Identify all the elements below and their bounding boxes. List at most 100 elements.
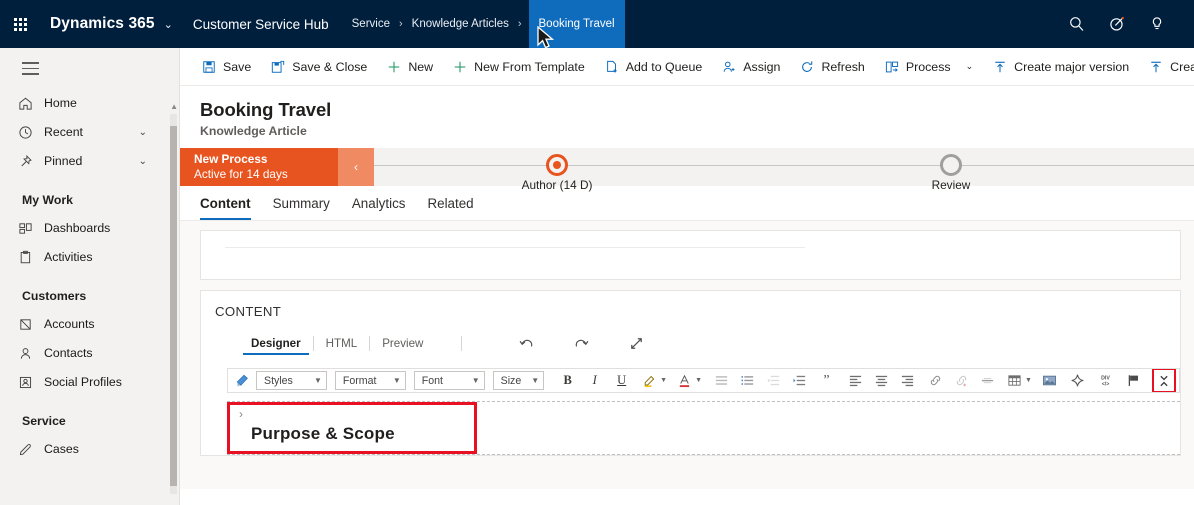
tab-analytics[interactable]: Analytics — [352, 186, 406, 220]
new-button[interactable]: New — [377, 52, 443, 82]
collapse-toolbar-icon[interactable] — [1151, 369, 1177, 392]
italic-icon[interactable]: I — [585, 370, 604, 391]
chevron-down-icon[interactable]: ⌄ — [139, 156, 147, 167]
font-dropdown[interactable]: Font ▼ — [413, 371, 485, 390]
underline-icon[interactable]: U — [612, 370, 631, 391]
process-collapse-button[interactable]: ‹ — [338, 148, 374, 186]
app-launcher-icon[interactable] — [0, 17, 40, 31]
chevron-down-icon[interactable]: ▼ — [660, 377, 667, 384]
process-button[interactable]: Process ⌄ — [875, 52, 983, 82]
plus-icon — [453, 60, 467, 74]
scroll-up-arrow-icon[interactable]: ▲ — [170, 102, 178, 111]
pin-icon — [18, 154, 44, 169]
editor-mode-html[interactable]: HTML — [314, 337, 370, 350]
editor-mode-preview[interactable]: Preview — [370, 337, 435, 350]
text-highlight-icon[interactable] — [640, 370, 659, 391]
case-icon — [18, 442, 44, 457]
new-from-template-button[interactable]: New From Template — [443, 52, 595, 82]
create-major-version-button[interactable]: Create major version — [983, 52, 1139, 82]
sidebar-item-contacts[interactable]: Contacts — [0, 339, 179, 368]
flag-icon[interactable] — [1124, 370, 1143, 391]
insert-table-icon[interactable] — [1005, 370, 1024, 391]
tab-summary[interactable]: Summary — [273, 186, 330, 220]
styles-dropdown[interactable]: Styles ▼ — [256, 371, 327, 390]
align-left-icon[interactable] — [846, 370, 865, 391]
process-stage-banner[interactable]: New Process Active for 14 days — [180, 148, 338, 186]
sidebar-item-accounts[interactable]: Accounts — [0, 310, 179, 339]
remove-link-icon[interactable] — [952, 370, 971, 391]
sidebar-item-recent[interactable]: Recent ⌄ — [0, 118, 179, 147]
sidebar-item-cases[interactable]: Cases — [0, 435, 179, 464]
assign-button[interactable]: Assign — [712, 52, 790, 82]
size-dropdown[interactable]: Size ▼ — [492, 371, 545, 390]
source-code-icon[interactable]: DIV </> — [1096, 370, 1115, 391]
chevron-down-icon[interactable]: ⌄ — [139, 127, 147, 138]
format-dropdown[interactable]: Format ▼ — [334, 371, 406, 390]
field-divider — [225, 247, 805, 248]
align-right-icon[interactable] — [898, 370, 917, 391]
process-step-author[interactable]: Author (14 D) — [522, 154, 592, 192]
sidebar-item-activities[interactable]: Activities — [0, 243, 179, 272]
rich-text-editor-body[interactable]: › Purpose & Scope — [201, 401, 1180, 455]
create-minor-version-button[interactable]: Create minor v — [1139, 52, 1194, 82]
breadcrumb: Service › Knowledge Articles › Booking T… — [350, 0, 625, 48]
tab-related[interactable]: Related — [427, 186, 473, 220]
assistant-icon[interactable] — [1100, 7, 1134, 41]
refresh-button[interactable]: Refresh — [790, 52, 874, 82]
hamburger-icon[interactable] — [0, 48, 179, 89]
card-header-fields — [200, 230, 1181, 280]
sidebar-item-dashboards[interactable]: Dashboards — [0, 214, 179, 243]
collapse-chevron-icon[interactable]: › — [227, 408, 1180, 420]
breadcrumb-item-knowledge-articles[interactable]: Knowledge Articles — [410, 18, 511, 30]
insert-image-icon[interactable] — [1040, 370, 1059, 391]
sidebar-item-home[interactable]: Home — [0, 89, 179, 118]
sidebar-item-label: Activities — [44, 250, 93, 265]
undo-icon[interactable] — [518, 335, 535, 352]
bold-icon[interactable]: B — [558, 370, 577, 391]
blockquote-icon[interactable]: ” — [817, 370, 836, 391]
sidebar-scrollbar-thumb[interactable] — [170, 126, 177, 486]
process-stage-status: Active for 14 days — [194, 167, 288, 181]
increase-indent-icon[interactable] — [790, 370, 809, 391]
home-icon — [18, 96, 44, 111]
numbered-list-icon[interactable] — [738, 370, 757, 391]
font-color-icon[interactable] — [675, 370, 694, 391]
process-step-review[interactable]: Review — [932, 154, 970, 192]
chevron-down-icon: ▼ — [392, 376, 401, 385]
add-to-queue-button[interactable]: Add to Queue — [595, 52, 712, 82]
form-scroll-area[interactable]: CONTENT Designer HTML Preview Styles ▼ F… — [180, 221, 1194, 489]
main-content-area: Save Save & Close New New From Template … — [180, 48, 1194, 505]
sparkle-icon[interactable] — [1068, 370, 1087, 391]
redo-icon[interactable] — [573, 335, 590, 352]
chevron-down-icon[interactable]: ▼ — [1025, 377, 1032, 384]
lightbulb-icon[interactable] — [1140, 7, 1174, 41]
chevron-down-icon[interactable]: ⌄ — [966, 61, 974, 72]
format-painter-icon[interactable] — [233, 370, 252, 391]
breadcrumb-item-booking-travel[interactable]: Booking Travel — [528, 0, 625, 48]
decrease-indent-icon[interactable] — [764, 370, 783, 391]
app-name: Customer Service Hub — [192, 16, 329, 32]
font-dropdown-value: Font — [421, 374, 443, 387]
chevron-down-icon[interactable]: ▼ — [695, 377, 702, 384]
save-and-close-button[interactable]: Save & Close — [261, 52, 377, 82]
bulleted-list-icon[interactable] — [712, 370, 731, 391]
sidebar-item-pinned[interactable]: Pinned ⌄ — [0, 147, 179, 176]
breadcrumb-item-service[interactable]: Service — [350, 18, 392, 30]
chevron-down-icon: ▼ — [471, 376, 480, 385]
command-label: Save & Close — [292, 59, 368, 74]
contact-icon — [18, 346, 44, 361]
insert-link-icon[interactable] — [926, 370, 945, 391]
editor-mode-designer[interactable]: Designer — [239, 337, 313, 355]
tab-content[interactable]: Content — [200, 186, 251, 220]
article-heading-text[interactable]: Purpose & Scope — [227, 420, 1180, 444]
horizontal-rule-icon[interactable] — [978, 370, 997, 391]
save-button[interactable]: Save — [192, 52, 261, 82]
article-heading-block[interactable]: › Purpose & Scope — [227, 402, 1180, 454]
sidebar-item-social-profiles[interactable]: Social Profiles — [0, 368, 179, 397]
align-center-icon[interactable] — [872, 370, 891, 391]
chevron-down-icon[interactable]: ⌄ — [164, 18, 173, 31]
expand-icon[interactable] — [628, 335, 645, 352]
sidebar-item-label: Pinned — [44, 154, 83, 169]
sidebar-scrollbar[interactable] — [170, 114, 177, 494]
search-icon[interactable] — [1060, 7, 1094, 41]
